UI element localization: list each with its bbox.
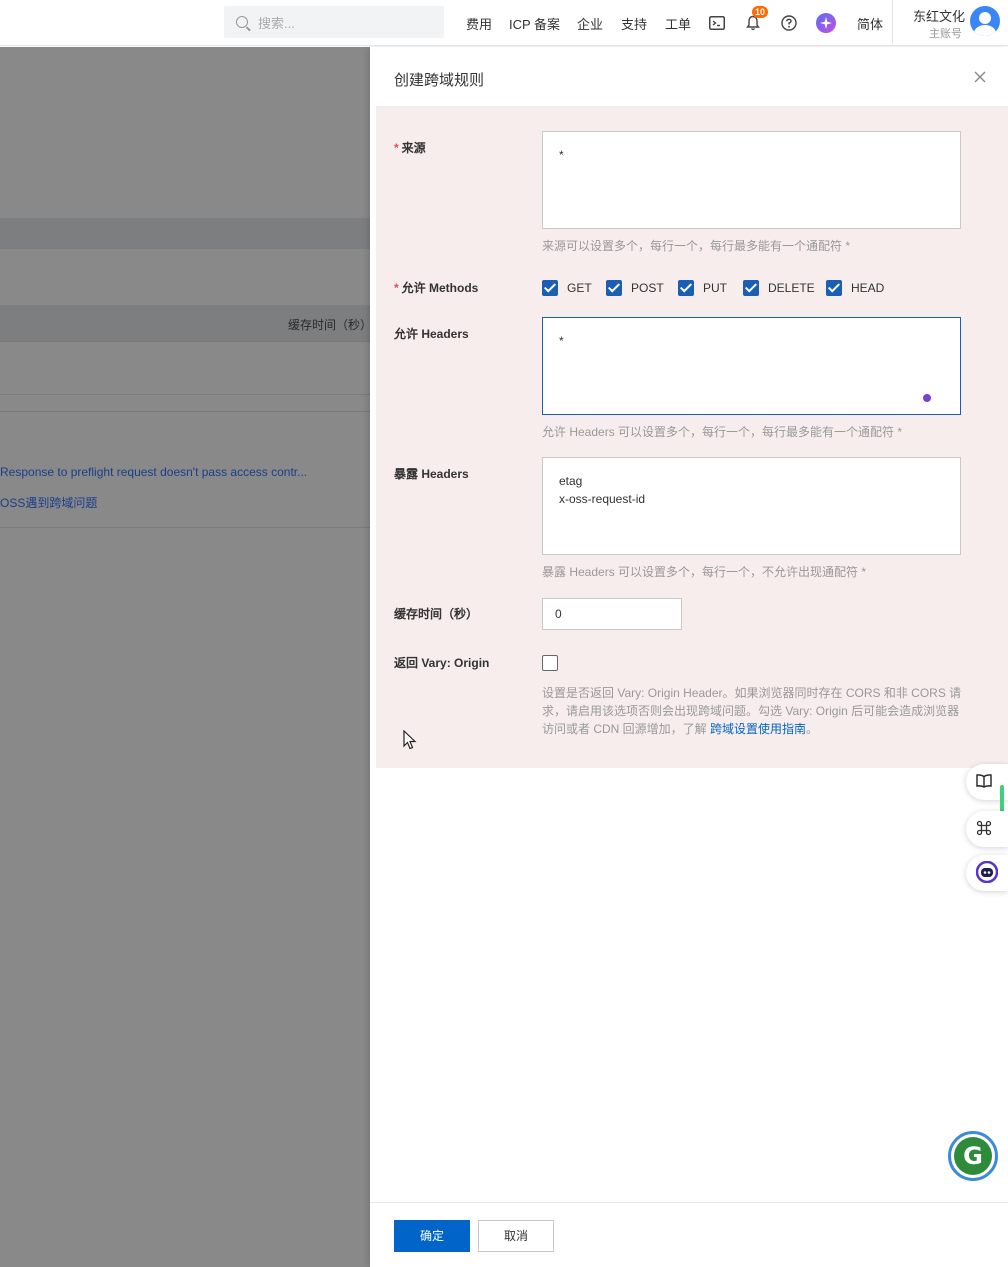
terminal-icon[interactable] xyxy=(707,13,727,33)
expose-headers-hint: 暴露 Headers 可以设置多个，每行一个，不允许出现通配符 * xyxy=(542,565,867,579)
allow-headers-textarea[interactable]: * xyxy=(542,317,961,415)
nav-enterprise[interactable]: 企业 xyxy=(577,0,603,46)
column-header-cache: 缓存时间（秒） xyxy=(288,318,373,332)
confirm-button[interactable]: 确定 xyxy=(394,1220,470,1252)
checkbox-checked-icon xyxy=(542,280,558,296)
method-put-checkbox[interactable]: PUT xyxy=(678,280,727,296)
grammarly-button[interactable]: G xyxy=(948,1131,998,1181)
origin-textarea[interactable]: * xyxy=(542,131,961,229)
assistant-float-button[interactable] xyxy=(966,855,1008,891)
shortcut-float-button[interactable] xyxy=(966,811,1008,847)
vary-origin-checkbox[interactable] xyxy=(542,655,558,671)
methods-label: * 允许 Methods xyxy=(394,281,479,295)
origin-label: * 来源 xyxy=(394,141,426,155)
create-cors-rule-drawer: 创建跨域规则 * 来源 * 来源可以设置多个，每行一个，每行最多能有一个通配符 *… xyxy=(370,47,1008,1267)
grammarly-indicator xyxy=(923,394,931,402)
grammarly-icon: G xyxy=(954,1137,992,1175)
divider xyxy=(892,0,893,46)
top-navbar: 搜索... 费用 ICP 备案 企业 支持 工单 10 简体 东红文化 主账号 xyxy=(0,0,1008,46)
notification-badge: 10 xyxy=(752,6,769,18)
search-input[interactable]: 搜索... xyxy=(224,6,444,38)
search-icon xyxy=(236,16,248,28)
language-switch[interactable]: 简体 xyxy=(857,0,883,46)
mouse-cursor-icon xyxy=(403,729,417,753)
command-icon xyxy=(976,820,992,839)
checkbox-checked-icon xyxy=(606,280,622,296)
search-placeholder: 搜索... xyxy=(258,15,295,31)
row-divider xyxy=(0,527,370,528)
table-header-band xyxy=(0,218,370,249)
nav-ticket[interactable]: 工单 xyxy=(665,0,691,46)
method-delete-checkbox[interactable]: DELETE xyxy=(743,280,815,296)
method-post-checkbox[interactable]: POST xyxy=(606,280,664,296)
faq-link[interactable]: Response to preflight request doesn't pa… xyxy=(0,465,307,479)
method-get-checkbox[interactable]: GET xyxy=(542,280,592,296)
row-divider xyxy=(0,411,370,412)
ai-assistant-icon[interactable] xyxy=(816,13,836,33)
cors-form: * 来源 * 来源可以设置多个，每行一个，每行最多能有一个通配符 * * 允许 Me… xyxy=(376,106,1008,768)
row-divider xyxy=(0,394,370,395)
method-head-checkbox[interactable]: HEAD xyxy=(826,280,884,296)
user-name[interactable]: 东红文化 xyxy=(913,6,965,25)
allow-headers-label: 允许 Headers xyxy=(394,327,469,341)
row-divider xyxy=(0,341,370,342)
expose-headers-textarea[interactable]: etag x-oss-request-id xyxy=(542,457,961,555)
modal-overlay[interactable]: 缓存时间（秒） Response to preflight request do… xyxy=(0,47,373,1267)
expose-headers-label: 暴露 Headers xyxy=(394,467,469,481)
max-age-input[interactable]: 0 xyxy=(542,598,682,630)
help-icon[interactable] xyxy=(779,13,799,33)
allow-headers-hint: 允许 Headers 可以设置多个，每行一个，每行最多能有一个通配符 * xyxy=(542,425,903,439)
max-age-label: 缓存时间（秒） xyxy=(394,607,479,621)
nav-icp[interactable]: ICP 备案 xyxy=(509,0,560,46)
cancel-button[interactable]: 取消 xyxy=(478,1220,554,1252)
cors-guide-link[interactable]: 跨域设置使用指南 xyxy=(710,722,806,736)
checkbox-checked-icon xyxy=(826,280,842,296)
faq-link[interactable]: OSS遇到跨域问题 xyxy=(0,494,97,511)
vary-origin-label: 返回 Vary: Origin xyxy=(394,656,490,670)
checkbox-checked-icon xyxy=(743,280,759,296)
origin-hint: 来源可以设置多个，每行一个，每行最多能有一个通配符 * xyxy=(542,239,851,253)
robot-icon xyxy=(975,860,999,886)
nav-fees[interactable]: 费用 xyxy=(466,0,492,46)
close-icon[interactable] xyxy=(970,67,990,87)
nav-support[interactable]: 支持 xyxy=(621,0,647,46)
checkbox-checked-icon xyxy=(678,280,694,296)
table-header-row: 缓存时间（秒） xyxy=(0,305,373,342)
user-role: 主账号 xyxy=(929,28,962,40)
drawer-title: 创建跨域规则 xyxy=(394,72,485,89)
book-icon xyxy=(976,773,992,791)
avatar[interactable] xyxy=(970,6,1000,36)
vary-origin-hint: 设置是否返回 Vary: Origin Header。如果浏览器同时存在 COR… xyxy=(542,686,962,736)
drawer-footer-divider xyxy=(370,1202,1008,1203)
